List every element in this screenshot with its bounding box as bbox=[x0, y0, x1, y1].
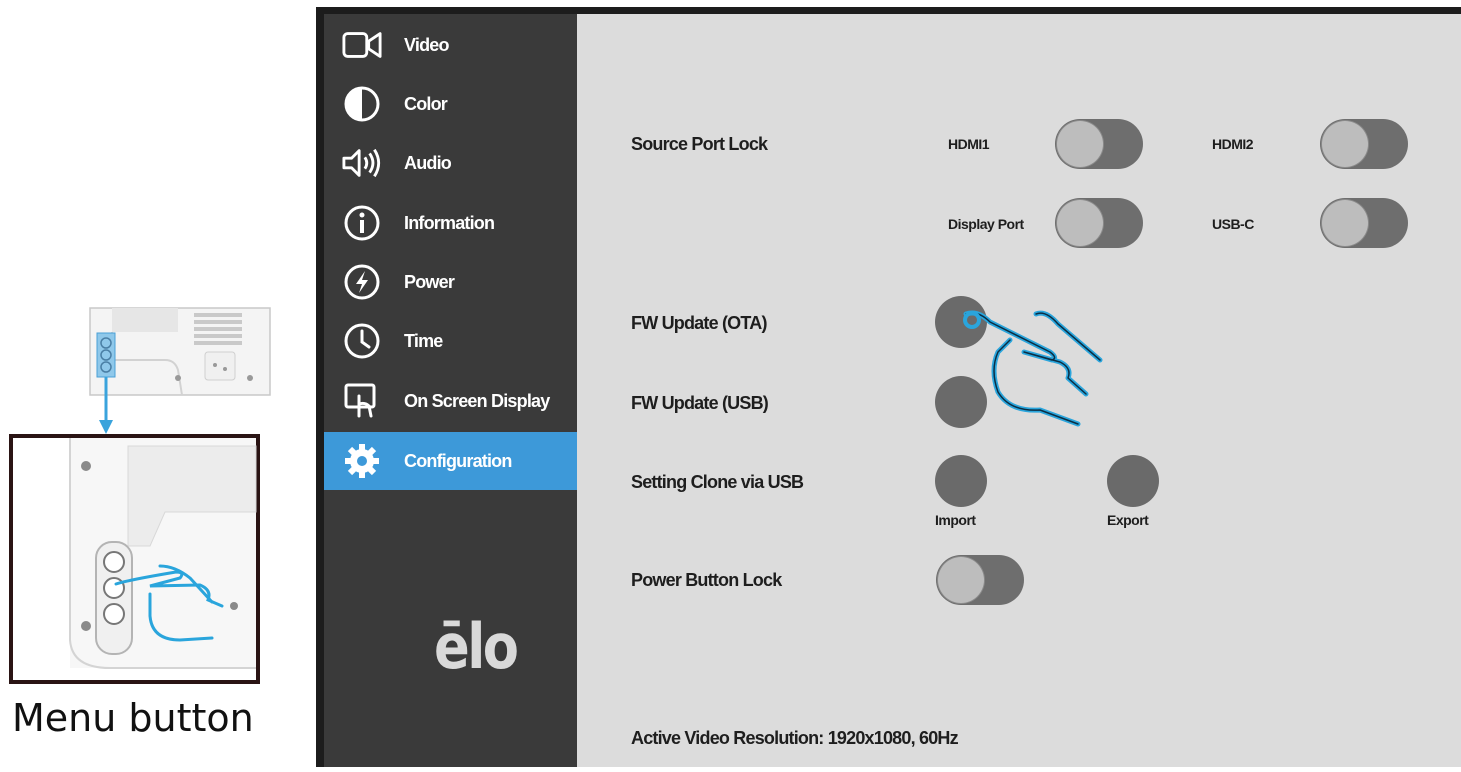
hdmi1-label: HDMI1 bbox=[948, 136, 990, 152]
fw-update-ota-label: FW Update (OTA) bbox=[631, 313, 767, 333]
toggle-knob bbox=[938, 557, 984, 603]
sidebar-item-label: Audio bbox=[404, 152, 452, 173]
video-camera-icon bbox=[342, 25, 382, 65]
speaker-icon bbox=[342, 143, 382, 183]
clock-icon bbox=[342, 321, 382, 361]
import-button[interactable] bbox=[935, 455, 987, 507]
import-label: Import bbox=[935, 512, 976, 528]
power-bolt-icon bbox=[342, 262, 382, 302]
monitor-thumbnail bbox=[89, 307, 271, 396]
menu-button-illustration: Menu button bbox=[0, 0, 310, 767]
sidebar-item-on-screen-display[interactable]: On Screen Display bbox=[324, 372, 577, 430]
hdmi2-lock-toggle[interactable] bbox=[1320, 119, 1408, 169]
hdmi2-label: HDMI2 bbox=[1212, 136, 1254, 152]
export-button[interactable] bbox=[1107, 455, 1159, 507]
sidebar-item-label: Color bbox=[404, 93, 448, 114]
sidebar-item-information[interactable]: Information bbox=[324, 194, 577, 252]
elo-logo: ēlo bbox=[434, 610, 519, 683]
sidebar-item-label: Configuration bbox=[404, 450, 512, 471]
monitor-back-diagram bbox=[9, 307, 271, 684]
sidebar-item-label: Time bbox=[404, 330, 443, 351]
toggle-knob bbox=[1057, 121, 1103, 167]
toggle-knob bbox=[1322, 200, 1368, 246]
sidebar-item-configuration[interactable]: Configuration bbox=[324, 432, 577, 490]
power-button-lock-label: Power Button Lock bbox=[631, 570, 782, 590]
fw-update-usb-label: FW Update (USB) bbox=[631, 393, 769, 413]
sidebar-item-time[interactable]: Time bbox=[324, 312, 577, 370]
contrast-icon bbox=[342, 84, 382, 124]
sidebar-item-label: Video bbox=[404, 34, 449, 55]
display-port-lock-toggle[interactable] bbox=[1055, 198, 1143, 248]
active-video-resolution-status: Active Video Resolution: 1920x1080, 60Hz bbox=[631, 728, 959, 748]
sidebar-item-label: Information bbox=[404, 212, 495, 233]
sidebar-item-color[interactable]: Color bbox=[324, 75, 577, 133]
usb-c-lock-toggle[interactable] bbox=[1320, 198, 1408, 248]
setting-clone-label: Setting Clone via USB bbox=[631, 472, 804, 492]
sidebar-item-video[interactable]: Video bbox=[324, 16, 577, 74]
zoomed-button-panel bbox=[9, 434, 260, 684]
gear-icon bbox=[342, 441, 382, 481]
toggle-knob bbox=[1057, 200, 1103, 246]
osd-sidebar: Video Color Audio Information Power Time bbox=[324, 14, 577, 767]
sidebar-item-power[interactable]: Power bbox=[324, 253, 577, 311]
pointing-hand-icon bbox=[963, 310, 1103, 427]
sidebar-item-audio[interactable]: Audio bbox=[324, 134, 577, 192]
display-port-label: Display Port bbox=[948, 216, 1024, 232]
export-label: Export bbox=[1107, 512, 1149, 528]
hdmi1-lock-toggle[interactable] bbox=[1055, 119, 1143, 169]
menu-button-caption: Menu button bbox=[12, 696, 254, 740]
sidebar-item-label: On Screen Display bbox=[404, 390, 550, 411]
sidebar-item-label: Power bbox=[404, 271, 455, 292]
info-icon bbox=[342, 203, 382, 243]
source-port-lock-label: Source Port Lock bbox=[631, 134, 768, 154]
toggle-knob bbox=[1322, 121, 1368, 167]
touch-screen-icon bbox=[342, 381, 382, 421]
power-button-lock-toggle[interactable] bbox=[936, 555, 1024, 605]
usb-c-label: USB-C bbox=[1212, 216, 1254, 232]
